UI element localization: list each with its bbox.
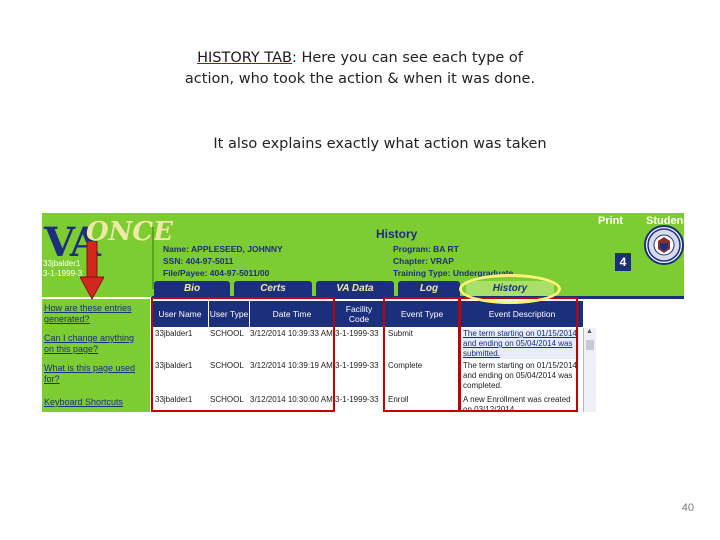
print-link[interactable]: Print [598,215,623,227]
va-seal-icon [644,225,684,265]
tab-certs[interactable]: Certs [234,281,312,296]
table-row-1-facility-code: 3-1-1999-33 [335,329,379,338]
history-screenshot: VA ONCE History Print Studen Name: APPLE… [42,213,684,412]
highlight-box-event-type [383,297,461,412]
header-divider [152,227,154,289]
scrollbar-thumb[interactable] [586,340,594,350]
sidebar-facility-id: 3-1-1999-3 [43,269,83,278]
page-number: 40 [681,502,694,514]
student-file-payee: File/Payee: 404-97-5011/00 [163,268,270,278]
page-title: History [376,227,418,241]
column-header-facility-code[interactable]: Facility Code [335,301,383,327]
student-ssn: SSN: 404-97-5011 [163,256,234,266]
student-name: Name: APPLESEED, JOHNNY [163,244,283,254]
highlight-box-user-date [151,297,335,412]
student-program: Program: BA RT [393,244,459,254]
slide-caption: HISTORY TAB: Here you can see each type … [180,48,540,90]
down-arrow-icon [80,241,104,301]
count-badge[interactable]: 4 [615,253,631,271]
scroll-up-icon[interactable]: ▲ [586,328,593,335]
highlight-box-event-description [458,297,578,412]
student-chapter: Chapter: VRAP [393,256,454,266]
highlight-ellipse-history-tab [459,274,561,304]
help-link-page-use[interactable]: What is this page used for? [44,363,144,385]
table-row-2-facility-code: 3-1-1999-33 [335,361,379,370]
tab-va-data[interactable]: VA Data [316,281,394,296]
caption-tab-word: HISTORY TAB [197,50,292,66]
sidebar-help-links: How are these entries generated? Can I c… [42,299,150,412]
tab-log[interactable]: Log [398,281,460,296]
tab-bio[interactable]: Bio [154,281,230,296]
help-link-how-generated[interactable]: How are these entries generated? [44,303,144,325]
slide-caption-secondary: It also explains exactly what action was… [213,136,547,152]
table-scrollbar[interactable]: ▲ [583,328,596,412]
table-row-3-facility-code: 3-1-1999-33 [335,395,379,404]
help-link-can-change[interactable]: Can I change anything on this page? [44,333,144,355]
help-link-keyboard-shortcuts[interactable]: Keyboard Shortcuts [44,397,144,408]
sidebar-user-id: 33jbalder1 [43,259,81,268]
